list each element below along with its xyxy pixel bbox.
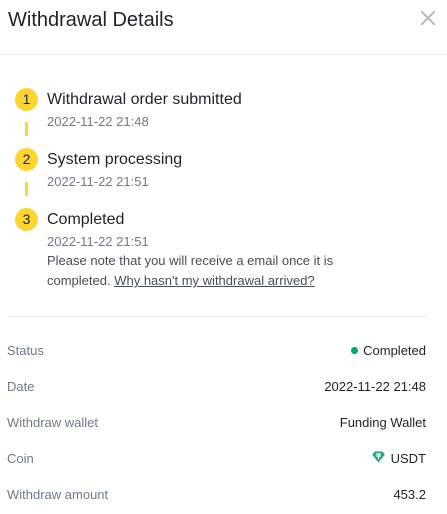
- step-title: System processing: [47, 151, 183, 168]
- completion-note: Please note that you will receive a emai…: [47, 251, 367, 291]
- detail-row-amount: Withdraw amount 453.2: [7, 478, 426, 514]
- step-completed: 3 Completed 2022-11-22 21:51 Please note…: [15, 208, 367, 291]
- amount-label: Withdraw amount: [7, 487, 109, 502]
- close-icon[interactable]: [418, 8, 438, 28]
- step-connector: [25, 122, 28, 136]
- date-value: 2022-11-22 21:48: [324, 379, 426, 394]
- date-label: Date: [7, 379, 35, 394]
- step-processing: 2 System processing 2022-11-22 21:51: [15, 148, 182, 189]
- detail-row-coin: Coin USDT: [7, 442, 426, 478]
- status-value: Completed: [351, 343, 426, 358]
- step-time: 2022-11-22 21:51: [47, 174, 149, 189]
- step-connector: [25, 182, 28, 196]
- details-list: Status Completed Date 2022-11-22 21:48 W…: [7, 334, 426, 514]
- detail-row-status: Status Completed: [7, 334, 426, 370]
- status-label: Status: [7, 343, 44, 358]
- coin-value: USDT: [371, 451, 426, 466]
- wallet-label: Withdraw wallet: [7, 415, 99, 430]
- modal-title: Withdrawal Details: [8, 9, 174, 31]
- section-divider: [7, 316, 427, 317]
- amount-value: 453.2: [393, 487, 426, 502]
- status-dot-icon: [351, 347, 359, 354]
- step-number-badge: 1: [15, 88, 38, 111]
- detail-row-date: Date 2022-11-22 21:48: [7, 370, 426, 406]
- tether-icon: [371, 451, 385, 466]
- step-number-badge: 2: [15, 148, 38, 171]
- withdrawal-help-link[interactable]: Why hasn't my withdrawal arrived?: [114, 273, 314, 288]
- step-time: 2022-11-22 21:51: [47, 234, 149, 249]
- step-number-badge: 3: [15, 208, 38, 231]
- step-title: Completed: [47, 211, 125, 228]
- coin-label: Coin: [7, 451, 34, 466]
- step-submitted: 1 Withdrawal order submitted 2022-11-22 …: [15, 88, 242, 129]
- step-title: Withdrawal order submitted: [47, 91, 242, 108]
- detail-row-wallet: Withdraw wallet Funding Wallet: [7, 406, 426, 442]
- wallet-value: Funding Wallet: [339, 415, 426, 430]
- modal-header: Withdrawal Details: [0, 0, 447, 55]
- status-text: Completed: [363, 343, 426, 358]
- coin-text: USDT: [390, 451, 426, 466]
- step-time: 2022-11-22 21:48: [47, 114, 149, 129]
